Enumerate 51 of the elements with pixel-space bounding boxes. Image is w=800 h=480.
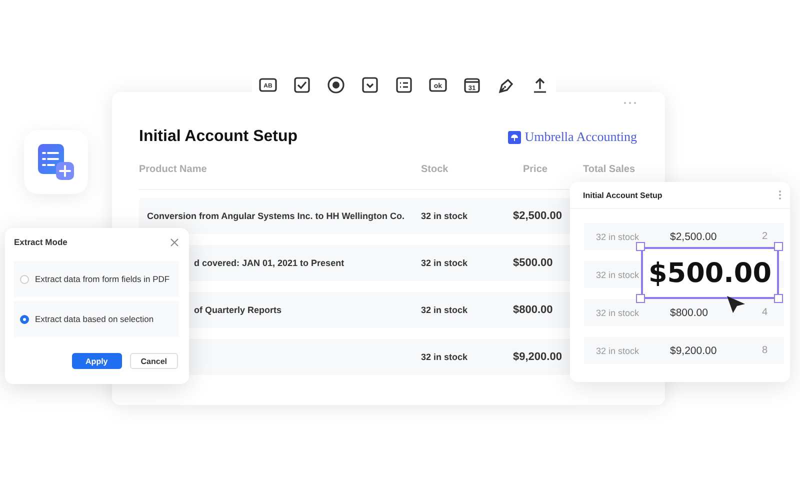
more-options-icon[interactable] — [623, 100, 637, 106]
price-cell-text: $9,200.00 — [670, 344, 718, 356]
resize-handle[interactable] — [636, 294, 645, 303]
stock-cell-text: 32 in stock — [596, 232, 640, 242]
cursor-icon — [725, 294, 747, 314]
card-title: Initial Account Setup — [139, 128, 298, 146]
resize-handle[interactable] — [774, 294, 783, 303]
stock-cell-text: 32 in stock — [421, 305, 469, 315]
resize-handle[interactable] — [636, 242, 645, 251]
list-icon[interactable] — [394, 75, 414, 95]
more-options-icon[interactable] — [778, 190, 782, 200]
checkbox-icon[interactable] — [292, 75, 312, 95]
column-header: Product Name — [139, 164, 208, 175]
brand-name: Umbrella Accounting — [524, 129, 637, 145]
product-name: of Quarterly Reports — [193, 305, 283, 315]
radio-button[interactable] — [20, 274, 29, 284]
price-cell-text: $800.00 — [670, 306, 709, 318]
selected-price[interactable]: $500.00 — [641, 247, 779, 299]
stock-cell-text: 32 in stock — [421, 258, 469, 268]
cancel-button[interactable]: Cancel — [130, 353, 178, 369]
panel-title: Initial Account Setup — [583, 190, 662, 200]
price-cell-text: $2,500.00 — [513, 210, 563, 222]
option-label: Extract data from form fields in PDF — [35, 274, 170, 284]
price-cell-text: $2,500.00 — [670, 230, 718, 242]
product-name: Conversion from Angular Systems Inc. to HH Wellington Co. — [146, 211, 406, 221]
count-cell-text: 8 — [761, 345, 769, 356]
apply-button[interactable]: Apply — [72, 353, 122, 369]
stock-cell-text: 32 in stock — [596, 270, 640, 280]
radio-option[interactable]: Extract data based on selection — [14, 301, 179, 337]
stock-cell-text: 32 in stock — [596, 346, 640, 356]
radio-option[interactable]: Extract data from form fields in PDF — [14, 261, 179, 297]
price-cell-text: $9,200.00 — [513, 351, 563, 363]
count-cell-text: 2 — [761, 231, 769, 242]
stock-cell-text: 32 in stock — [421, 352, 469, 362]
column-header: Price — [522, 164, 548, 175]
stock-cell-text: 32 in stock — [596, 308, 640, 318]
count-cell-text: 4 — [761, 307, 769, 318]
option-label: Extract data based on selection — [35, 314, 154, 324]
column-header: Stock — [421, 164, 448, 175]
radio-button[interactable] — [20, 314, 29, 324]
product-name: d covered: JAN 01, 2021 to Present — [193, 258, 346, 268]
dialog-title: Extract Mode — [14, 237, 68, 247]
close-icon[interactable] — [170, 238, 179, 246]
price-cell-text: $500.00 — [513, 257, 554, 269]
price-cell-text: $800.00 — [513, 304, 554, 316]
dropdown-icon[interactable] — [360, 75, 380, 95]
umbrella-logo-icon — [508, 130, 521, 144]
column-header: Total Sales — [583, 164, 636, 175]
resize-handle[interactable] — [774, 242, 783, 251]
stock-cell-text: 32 in stock — [421, 211, 469, 221]
radio-button-icon[interactable] — [326, 75, 346, 95]
